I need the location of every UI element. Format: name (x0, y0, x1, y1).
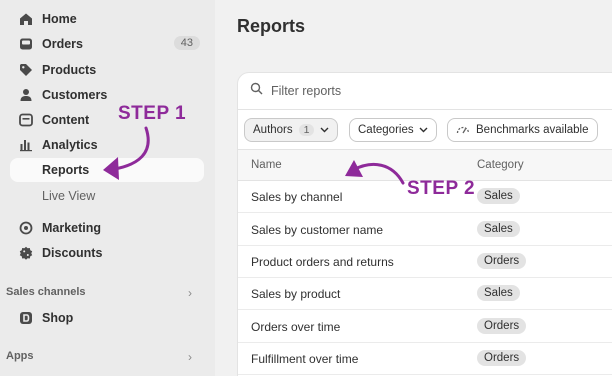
step-1-annotation: STEP 1 (118, 103, 187, 124)
annotation-arrows (103, 126, 405, 185)
step-1-arrowhead (103, 157, 119, 180)
step-2-arrowhead (345, 160, 363, 177)
step-2-annotation: STEP 2 (407, 178, 476, 199)
